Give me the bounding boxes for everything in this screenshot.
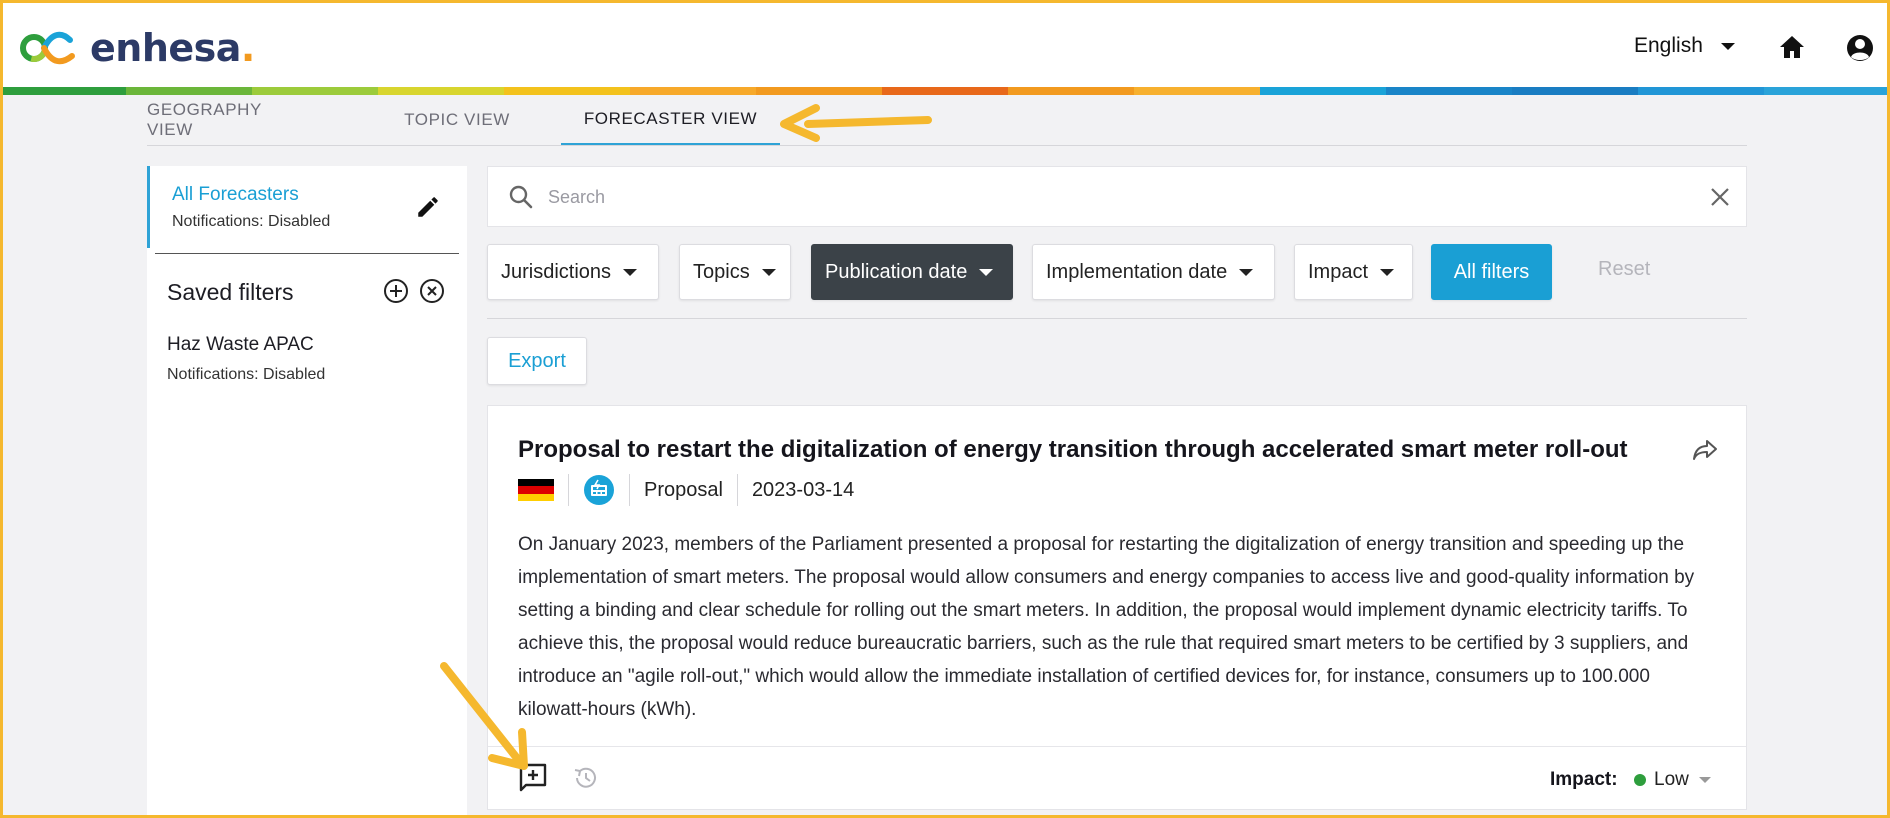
meta-divider [736, 474, 738, 506]
view-tabs: GEOGRAPHY VIEW TOPIC VIEW FORECASTER VIE… [147, 95, 1747, 146]
remove-filter-x-circle-icon[interactable] [419, 278, 445, 304]
color-strip-segment [1764, 87, 1890, 95]
publication-date-filter-label: Publication date [825, 260, 968, 283]
chevron-down-icon [979, 268, 994, 276]
forecaster-card: Proposal to restart the digitalization o… [487, 405, 1747, 810]
export-button[interactable]: Export [487, 337, 587, 385]
chevron-down-icon [623, 268, 638, 276]
color-strip-segment [1386, 87, 1512, 95]
filters-divider [487, 318, 1747, 319]
card-description: On January 2023, members of the Parliame… [518, 534, 1695, 720]
search-icon [509, 185, 533, 209]
tab-topic-view[interactable]: TOPIC VIEW [387, 95, 527, 145]
saved-filter-item[interactable]: Haz Waste APAC Notifications: Disabled [167, 334, 447, 394]
impact-level-value: Low [1654, 769, 1689, 790]
color-strip-segment [1512, 87, 1638, 95]
card-type: Proposal [644, 478, 723, 501]
impact-filter-button[interactable]: Impact [1294, 244, 1413, 300]
color-strip-segment [630, 87, 756, 95]
jurisdictions-filter-label: Jurisdictions [501, 260, 612, 283]
saved-filter-title: Haz Waste APAC [167, 334, 314, 355]
saved-filter-notifications: Notifications: Disabled [167, 366, 326, 383]
meta-divider [629, 474, 630, 506]
topics-filter-label: Topics [693, 260, 750, 283]
tab-forecaster-view[interactable]: FORECASTER VIEW [561, 95, 780, 145]
meta-divider [568, 474, 569, 506]
language-label: English [1634, 34, 1703, 57]
pencil-icon[interactable] [415, 194, 441, 220]
close-icon[interactable] [1708, 185, 1732, 209]
color-strip-segment [504, 87, 630, 95]
energy-topic-icon [584, 475, 614, 505]
annotation-arrow-icon [440, 662, 528, 770]
saved-filters-heading: Saved filters [167, 279, 294, 305]
impact-label: Impact: [1550, 769, 1618, 790]
logo-text: enhesa. [90, 26, 255, 70]
color-strip-segment [1008, 87, 1134, 95]
user-icon[interactable] [1845, 33, 1875, 63]
chevron-down-icon [761, 268, 776, 276]
chevron-down-icon [1239, 268, 1254, 276]
card-date: 2023-03-14 [751, 478, 855, 501]
forecasters-sidebar: All Forecasters Notifications: Disabled … [147, 166, 467, 818]
color-strip-segment [1638, 87, 1764, 95]
all-forecasters-notifications: Notifications: Disabled [172, 213, 331, 230]
jurisdictions-filter-button[interactable]: Jurisdictions [487, 244, 659, 300]
color-strip-segment [378, 87, 504, 95]
annotation-arrow-icon [780, 104, 932, 142]
impact-status-dot [1634, 774, 1646, 786]
color-strip-segment [126, 87, 252, 95]
color-strip-segment [252, 87, 378, 95]
home-icon[interactable] [1778, 34, 1806, 60]
chevron-down-icon [1698, 777, 1711, 783]
language-select[interactable]: English [1634, 34, 1735, 58]
card-title[interactable]: Proposal to restart the digitalization o… [518, 436, 1628, 464]
germany-flag-icon [518, 479, 554, 501]
impact-level-select[interactable]: Low [1634, 769, 1711, 791]
app-header: enhesa. English [0, 0, 1890, 88]
share-icon[interactable] [1692, 436, 1718, 462]
color-strip-segment [1134, 87, 1260, 95]
implementation-date-filter-button[interactable]: Implementation date [1032, 244, 1275, 300]
chevron-down-icon [1720, 42, 1735, 50]
implementation-date-filter-label: Implementation date [1046, 260, 1228, 283]
brand-color-strip [0, 87, 1890, 95]
publication-date-filter-button[interactable]: Publication date [811, 244, 1013, 300]
enhesa-logo[interactable]: enhesa. [16, 26, 255, 70]
all-forecasters-title: All Forecasters [172, 184, 299, 205]
card-footer: Impact: Low [488, 746, 1746, 810]
sidebar-divider [155, 253, 459, 254]
topics-filter-button[interactable]: Topics [679, 244, 791, 300]
search-input[interactable] [548, 177, 1668, 217]
impact-filter-label: Impact [1308, 260, 1369, 283]
sidebar-item-all-forecasters[interactable]: All Forecasters Notifications: Disabled [147, 166, 459, 248]
search-bar [487, 166, 1747, 227]
reset-button[interactable]: Reset [1598, 258, 1650, 281]
card-meta-row: Proposal 2023-03-14 [518, 472, 854, 508]
add-filter-plus-circle-icon[interactable] [383, 278, 409, 304]
chevron-down-icon [1380, 268, 1395, 276]
all-filters-button[interactable]: All filters [1431, 244, 1552, 300]
color-strip-segment [882, 87, 1008, 95]
enhesa-logo-mark-icon [20, 31, 75, 65]
color-strip-segment [1260, 87, 1386, 95]
color-strip-segment [0, 87, 126, 95]
history-icon[interactable] [572, 765, 598, 791]
tab-geography-view[interactable]: GEOGRAPHY VIEW [147, 95, 307, 145]
color-strip-segment [756, 87, 882, 95]
